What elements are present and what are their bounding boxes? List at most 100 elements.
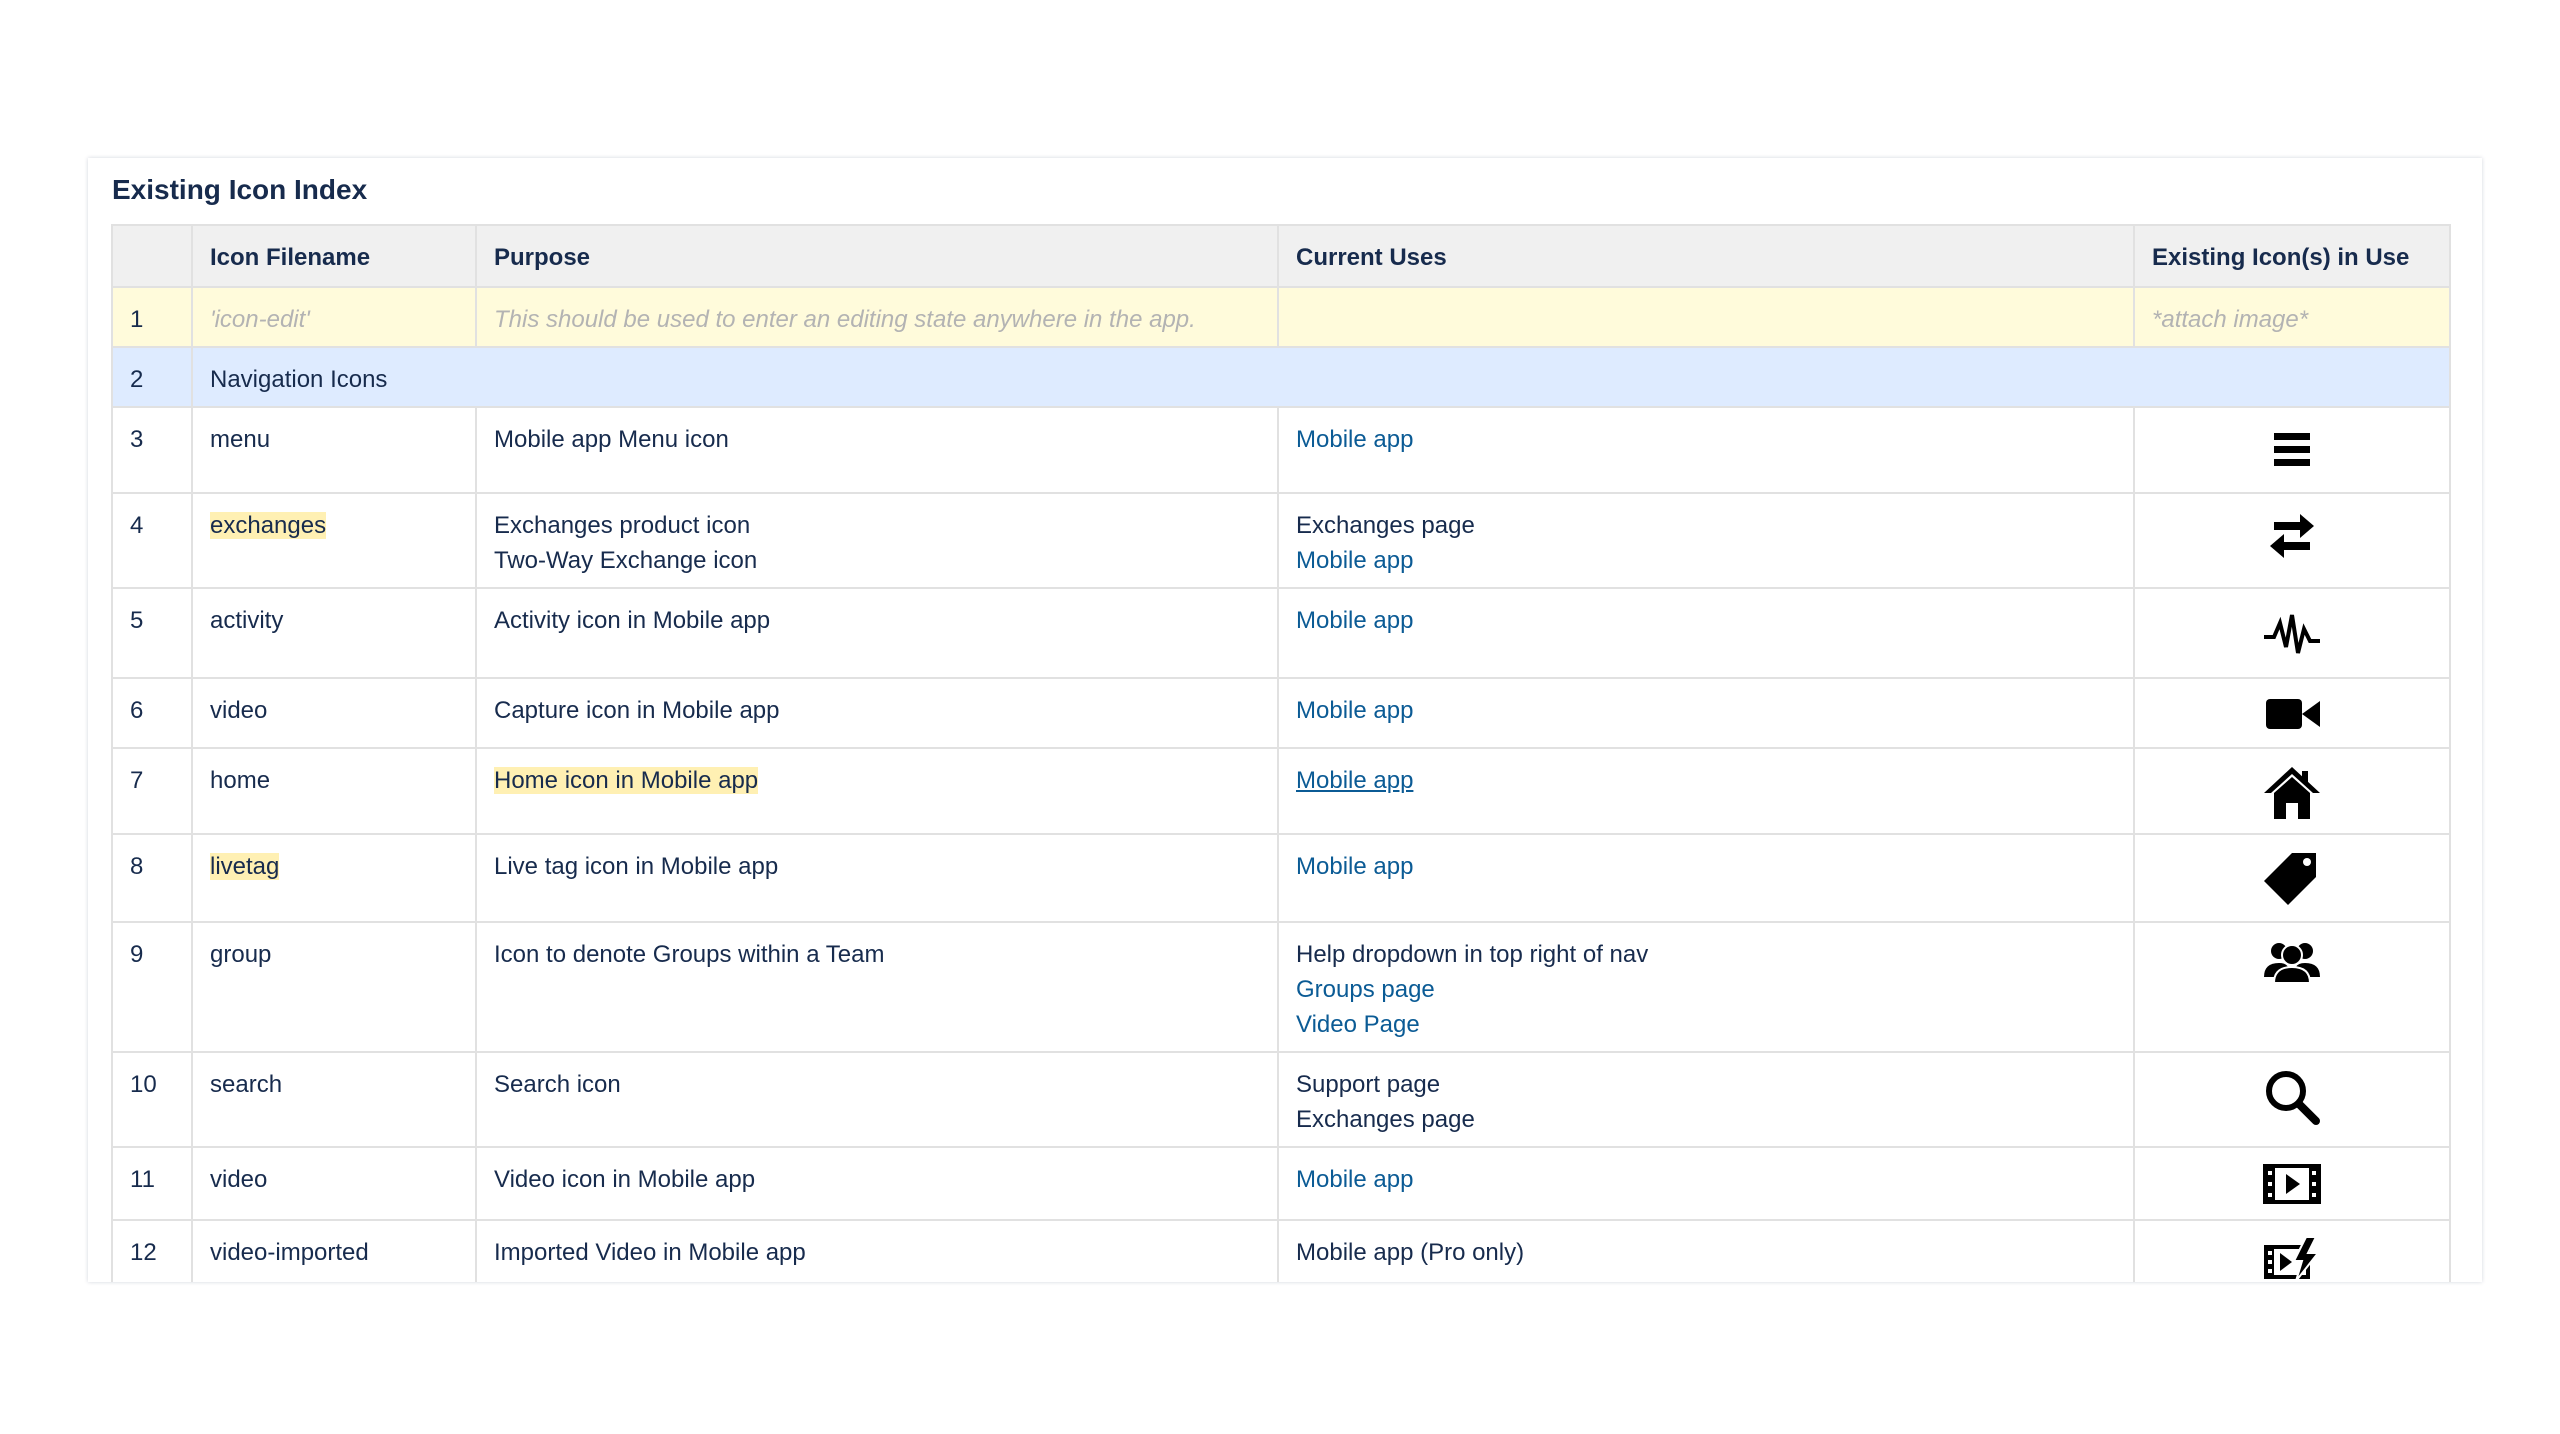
highlighted-filename: exchanges xyxy=(210,512,327,539)
header-icon-filename[interactable]: Icon Filename xyxy=(191,224,477,288)
table-row: 6 video Capture icon in Mobile app Mobil… xyxy=(111,677,2451,749)
use-text: Support page xyxy=(1296,1071,1441,1098)
menu-icon xyxy=(2262,422,2322,482)
activity-pulse-icon xyxy=(2262,603,2322,663)
icon-filename-cell[interactable]: home xyxy=(191,747,477,835)
icon-preview-cell xyxy=(2133,1146,2451,1221)
purpose-cell[interactable]: Video icon in Mobile app xyxy=(475,1146,1279,1221)
video-camera-icon xyxy=(2262,693,2322,737)
table-row: 11 video Video icon in Mobile app Mobile… xyxy=(111,1146,2451,1221)
mobile-app-link[interactable]: Mobile app xyxy=(1296,607,1413,634)
use-text: Mobile app (Pro only) xyxy=(1296,1239,1525,1266)
current-uses-cell[interactable]: Mobile app (Pro only) xyxy=(1277,1219,2135,1282)
table-row: 7 home Home icon in Mobile app Mobile ap… xyxy=(111,747,2451,835)
icon-preview-cell xyxy=(2133,921,2451,1053)
row-number: 6 xyxy=(111,677,193,749)
group-icon xyxy=(2262,937,2322,985)
mobile-app-link[interactable]: Mobile app xyxy=(1296,853,1413,880)
mobile-app-link[interactable]: Mobile app xyxy=(1296,1166,1413,1193)
row-number: 4 xyxy=(111,492,193,589)
table-row: 1 'icon-edit' This should be used to ent… xyxy=(111,286,2451,348)
current-uses-cell[interactable]: Mobile app xyxy=(1277,747,2135,835)
purpose-cell[interactable]: Capture icon in Mobile app xyxy=(475,677,1279,749)
icon-filename-cell[interactable]: video xyxy=(191,677,477,749)
icon-filename-cell[interactable]: search xyxy=(191,1051,477,1148)
table-row: 8 livetag Live tag icon in Mobile app Mo… xyxy=(111,833,2451,923)
header-number[interactable] xyxy=(111,224,193,288)
film-icon xyxy=(2262,1162,2322,1206)
video-page-link[interactable]: Video Page xyxy=(1296,1007,2116,1042)
purpose-cell[interactable]: Mobile app Menu icon xyxy=(475,406,1279,494)
icon-preview-cell xyxy=(2133,677,2451,749)
section-row: 2 Navigation Icons xyxy=(111,346,2451,408)
table-row: 4 exchanges Exchanges product icon Two-W… xyxy=(111,492,2451,589)
home-icon xyxy=(2262,763,2322,823)
table-row: 3 menu Mobile app Menu icon Mobile app xyxy=(111,406,2451,494)
highlighted-purpose: Home icon in Mobile app xyxy=(494,767,759,794)
header-current-uses[interactable]: Current Uses xyxy=(1277,224,2135,288)
icon-filename-cell[interactable]: video-imported xyxy=(191,1219,477,1282)
icon-preview-cell xyxy=(2133,492,2451,589)
table-row: 5 activity Activity icon in Mobile app M… xyxy=(111,587,2451,679)
table-row: 9 group Icon to denote Groups within a T… xyxy=(111,921,2451,1053)
current-uses-cell[interactable]: Mobile app xyxy=(1277,1146,2135,1221)
icon-preview-cell xyxy=(2133,747,2451,835)
icon-filename-cell[interactable]: group xyxy=(191,921,477,1053)
groups-page-link[interactable]: Groups page xyxy=(1296,972,2116,1007)
use-text: Exchanges page xyxy=(1296,512,1475,539)
icon-preview-cell xyxy=(2133,833,2451,923)
icon-filename-cell[interactable]: activity xyxy=(191,587,477,679)
exchange-arrows-icon xyxy=(2262,508,2322,568)
row-number: 8 xyxy=(111,833,193,923)
current-uses-cell[interactable]: Mobile app xyxy=(1277,677,2135,749)
use-text: Help dropdown in top right of nav xyxy=(1296,941,1649,968)
mobile-app-link[interactable]: Mobile app xyxy=(1296,543,2116,578)
current-uses-cell[interactable]: Exchanges page Mobile app xyxy=(1277,492,2135,589)
row-number: 7 xyxy=(111,747,193,835)
purpose-cell[interactable]: Activity icon in Mobile app xyxy=(475,587,1279,679)
row-number: 3 xyxy=(111,406,193,494)
row-number: 11 xyxy=(111,1146,193,1221)
current-uses-cell[interactable]: Mobile app xyxy=(1277,406,2135,494)
mobile-app-link[interactable]: Mobile app xyxy=(1296,767,1413,794)
icon-preview-cell xyxy=(2133,1219,2451,1282)
icon-filename-cell[interactable]: menu xyxy=(191,406,477,494)
icon-index-table: Icon Filename Purpose Current Uses Exist… xyxy=(111,224,2451,1282)
icon-filename-cell[interactable]: video xyxy=(191,1146,477,1221)
table-header-row: Icon Filename Purpose Current Uses Exist… xyxy=(111,224,2451,288)
table-row: 12 video-imported Imported Video in Mobi… xyxy=(111,1219,2451,1282)
current-uses-cell[interactable]: Help dropdown in top right of nav Groups… xyxy=(1277,921,2135,1053)
current-uses-cell[interactable]: Mobile app xyxy=(1277,587,2135,679)
icon-filename-cell[interactable]: exchanges xyxy=(191,492,477,589)
purpose-cell[interactable]: Home icon in Mobile app xyxy=(475,747,1279,835)
video-imported-icon xyxy=(2262,1235,2322,1282)
current-uses-cell[interactable] xyxy=(1277,286,2135,348)
icon-filename-cell[interactable]: livetag xyxy=(191,833,477,923)
highlighted-filename: livetag xyxy=(210,853,280,880)
purpose-cell[interactable]: Live tag icon in Mobile app xyxy=(475,833,1279,923)
icon-index-panel: Existing Icon Index Icon Filename Purpos… xyxy=(88,158,2482,1282)
search-icon xyxy=(2262,1067,2322,1127)
header-purpose[interactable]: Purpose xyxy=(475,224,1279,288)
purpose-cell[interactable]: Icon to denote Groups within a Team xyxy=(475,921,1279,1053)
mobile-app-link[interactable]: Mobile app xyxy=(1296,426,1413,453)
purpose-cell[interactable]: Search icon xyxy=(475,1051,1279,1148)
row-number: 10 xyxy=(111,1051,193,1148)
purpose-line: Two-Way Exchange icon xyxy=(494,547,758,574)
current-uses-cell[interactable]: Support page Exchanges page xyxy=(1277,1051,2135,1148)
icon-filename-cell[interactable]: 'icon-edit' xyxy=(191,286,477,348)
section-title-cell[interactable]: Navigation Icons xyxy=(191,346,2451,408)
current-uses-cell[interactable]: Mobile app xyxy=(1277,833,2135,923)
purpose-cell[interactable]: This should be used to enter an editing … xyxy=(475,286,1279,348)
row-number: 5 xyxy=(111,587,193,679)
tag-icon xyxy=(2262,849,2322,909)
header-existing-icons[interactable]: Existing Icon(s) in Use xyxy=(2133,224,2451,288)
icon-placeholder-cell[interactable]: *attach image* xyxy=(2133,286,2451,348)
mobile-app-link[interactable]: Mobile app xyxy=(1296,697,1413,724)
purpose-line: Exchanges product icon xyxy=(494,512,751,539)
purpose-cell[interactable]: Exchanges product icon Two-Way Exchange … xyxy=(475,492,1279,589)
icon-preview-cell xyxy=(2133,587,2451,679)
panel-title: Existing Icon Index xyxy=(112,174,368,205)
row-number: 2 xyxy=(111,346,193,408)
purpose-cell[interactable]: Imported Video in Mobile app xyxy=(475,1219,1279,1282)
